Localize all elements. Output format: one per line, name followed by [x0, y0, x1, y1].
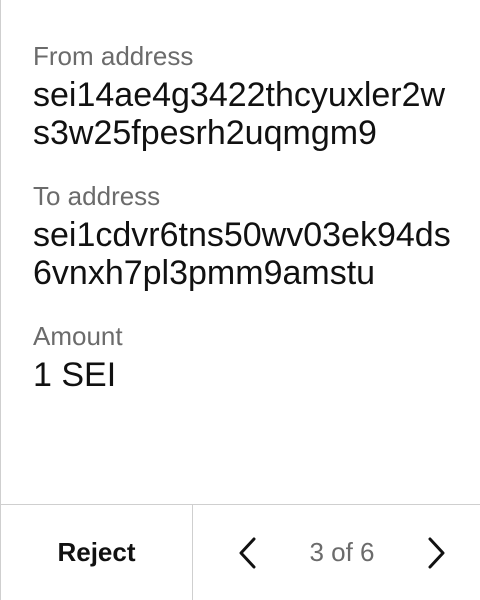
transaction-review-screen: From address sei14ae4g3422thcyuxler2ws3w…	[0, 0, 480, 600]
chevron-left-icon	[239, 537, 256, 568]
amount-value: 1 SEI	[33, 356, 117, 394]
action-footer: Reject 3 of 6	[1, 504, 480, 600]
from-address-field: From address sei14ae4g3422thcyuxler2ws3w…	[33, 40, 453, 152]
next-page-button[interactable]	[423, 533, 451, 573]
to-address-label: To address	[33, 181, 161, 211]
page-indicator: 3 of 6	[309, 537, 375, 567]
transaction-details: From address sei14ae4g3422thcyuxler2ws3w…	[33, 40, 453, 394]
pagination: 3 of 6	[193, 505, 480, 600]
amount-label: Amount	[33, 321, 123, 351]
chevron-right-icon	[428, 537, 445, 568]
from-address-value: sei14ae4g3422thcyuxler2ws3w25fpesrh2uqmg…	[33, 76, 446, 152]
amount-field: Amount 1 SEI	[33, 320, 453, 394]
previous-page-button[interactable]	[233, 533, 261, 573]
to-address-value: sei1cdvr6tns50wv03ek94ds6vnxh7pl3pmm9ams…	[33, 216, 451, 292]
from-address-label: From address	[33, 41, 194, 71]
to-address-field: To address sei1cdvr6tns50wv03ek94ds6vnxh…	[33, 180, 453, 292]
reject-button[interactable]: Reject	[1, 505, 193, 600]
